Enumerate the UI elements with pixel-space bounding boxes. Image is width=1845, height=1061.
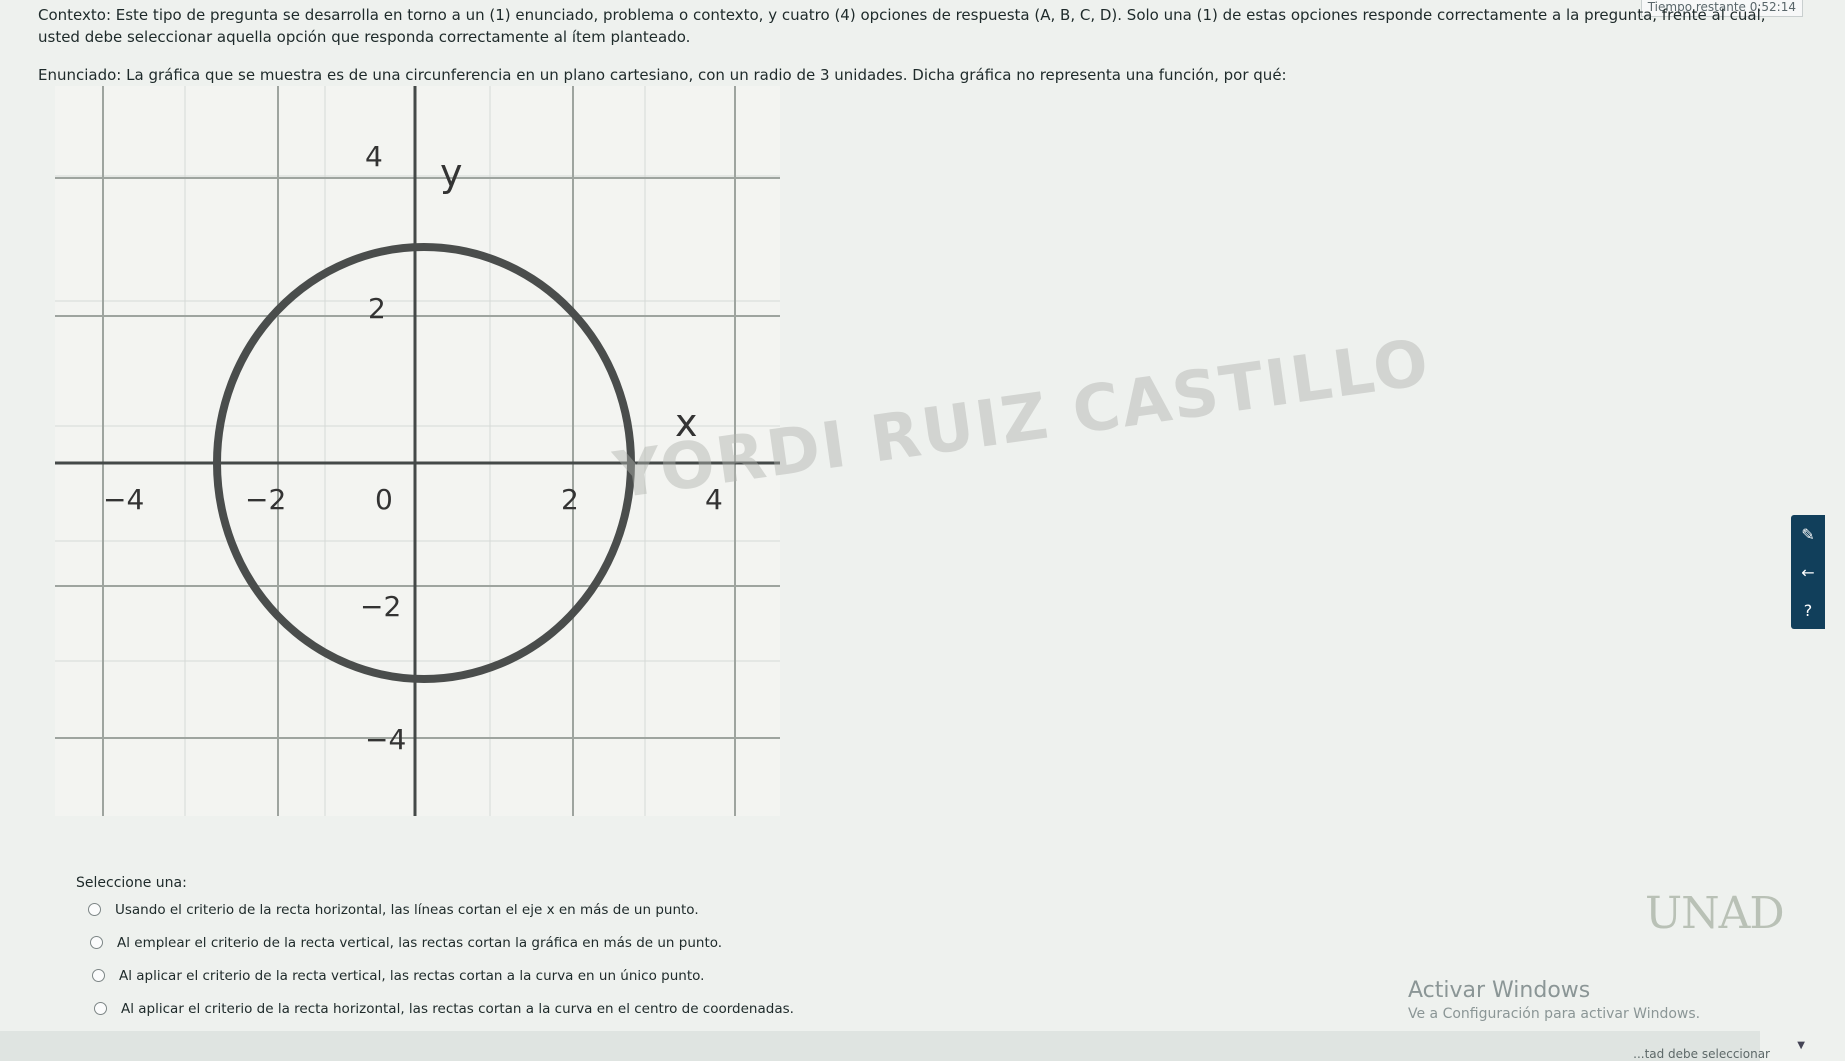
x-tick-label: 2 <box>561 483 579 516</box>
radio-button-a[interactable] <box>88 903 101 916</box>
answer-option-label: Usando el criterio de la recta horizonta… <box>115 901 699 918</box>
answer-option-label: Al aplicar el criterio de la recta verti… <box>119 967 705 984</box>
x-tick-label: 0 <box>375 483 393 516</box>
back-arrow-icon[interactable]: ← <box>1791 553 1825 591</box>
y-tick-label: 2 <box>368 292 386 325</box>
help-icon[interactable]: ? <box>1791 591 1825 629</box>
footer-bar <box>0 1031 1760 1061</box>
x-tick-label: −4 <box>103 483 144 516</box>
answer-option-label: Al emplear el criterio de la recta verti… <box>117 934 723 951</box>
question-context: Contexto: Este tipo de pregunta se desar… <box>38 6 1766 46</box>
radio-button-b[interactable] <box>90 936 103 949</box>
footer-text: ...tad debe seleccionar <box>1633 1047 1770 1061</box>
scroll-down-icon[interactable]: ▼ <box>1797 1040 1805 1051</box>
answer-option-c[interactable]: Al aplicar el criterio de la recta verti… <box>92 959 794 992</box>
palette-icon[interactable]: ✎ <box>1791 515 1825 553</box>
question-statement: Enunciado: La gráfica que se muestra es … <box>38 66 1287 84</box>
y-axis-label: y <box>440 151 463 195</box>
y-tick-label: −4 <box>365 723 406 756</box>
answer-option-a[interactable]: Usando el criterio de la recta horizonta… <box>88 893 794 926</box>
answer-option-label: Al aplicar el criterio de la recta horiz… <box>121 1000 794 1017</box>
y-tick-label: 4 <box>365 140 383 173</box>
activate-subtitle: Ve a Configuración para activar Windows. <box>1408 1006 1701 1022</box>
x-tick-label: −2 <box>245 483 286 516</box>
answer-options: Usando el criterio de la recta horizonta… <box>88 893 794 1025</box>
unad-logo: UNAD <box>1645 888 1785 939</box>
side-toolbar: ✎ ← ? <box>1791 515 1825 629</box>
answer-option-d[interactable]: Al aplicar el criterio de la recta horiz… <box>94 992 794 1025</box>
answer-option-b[interactable]: Al emplear el criterio de la recta verti… <box>90 926 794 959</box>
y-tick-label: −2 <box>360 590 401 623</box>
radio-button-d[interactable] <box>94 1002 107 1015</box>
activate-title: Activar Windows <box>1408 978 1591 1003</box>
windows-activation-notice: Activar Windows Ve a Configuración para … <box>1408 978 1700 1022</box>
select-one-label: Seleccione una: <box>76 875 187 891</box>
radio-button-c[interactable] <box>92 969 105 982</box>
